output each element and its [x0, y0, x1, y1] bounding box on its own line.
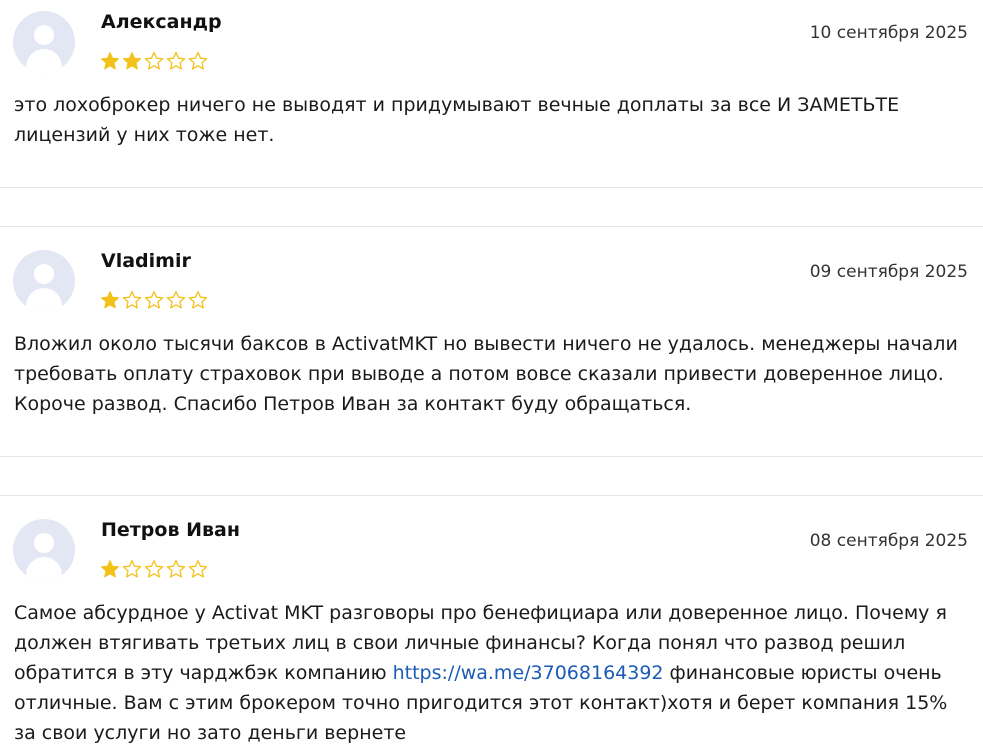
review-author: Александр — [101, 11, 222, 33]
avatar-body-shape — [26, 49, 62, 73]
review-text-body: это лохоброкер ничего не выводят и приду… — [14, 94, 900, 146]
star-rating — [100, 290, 208, 310]
review-date: 10 сентября 2025 — [809, 23, 968, 43]
star-rating — [100, 559, 208, 579]
review-date: 08 сентября 2025 — [809, 531, 968, 551]
review-text: это лохоброкер ничего не выводят и приду… — [14, 90, 969, 150]
star-empty-icon — [188, 559, 208, 578]
star-filled-icon — [122, 52, 142, 70]
avatar-body-shape — [26, 288, 62, 312]
review-text: Вложил около тысячи баксов в ActivatMKT … — [14, 329, 969, 419]
review-card: Александр 10 сентября 2025 это лохоброке… — [0, 0, 983, 188]
star-empty-icon — [188, 51, 208, 70]
review-card: Vladimir 09 сентября 2025 Вложил около т… — [0, 226, 983, 456]
avatar — [13, 519, 75, 581]
star-empty-icon — [166, 559, 186, 578]
avatar-body-shape — [26, 557, 62, 581]
review-link[interactable]: https://wa.me/37068164392 — [393, 662, 664, 684]
star-empty-icon — [144, 51, 164, 70]
review-text-body: Вложил около тысячи баксов в ActivatMKT … — [14, 333, 958, 415]
divider — [0, 187, 983, 188]
star-filled-icon — [100, 291, 120, 309]
divider — [0, 456, 983, 457]
star-empty-icon — [144, 559, 164, 578]
star-filled-icon — [100, 52, 120, 70]
star-empty-icon — [122, 559, 142, 578]
avatar-head-shape — [34, 25, 54, 45]
avatar-head-shape — [34, 533, 54, 553]
star-filled-icon — [100, 560, 120, 578]
star-empty-icon — [188, 290, 208, 309]
star-empty-icon — [166, 290, 186, 309]
avatar — [13, 250, 75, 312]
review-card: Петров Иван 08 сентября 2025 Самое абсур… — [0, 495, 983, 745]
star-empty-icon — [122, 290, 142, 309]
star-empty-icon — [144, 290, 164, 309]
review-date: 09 сентября 2025 — [809, 262, 968, 282]
review-author: Петров Иван — [101, 519, 240, 541]
star-empty-icon — [166, 51, 186, 70]
review-author: Vladimir — [101, 250, 191, 272]
avatar-head-shape — [34, 264, 54, 284]
star-rating — [100, 51, 208, 71]
avatar — [13, 11, 75, 73]
review-text: Самое абсурдное у Activat MKT разговоры … — [14, 598, 969, 745]
